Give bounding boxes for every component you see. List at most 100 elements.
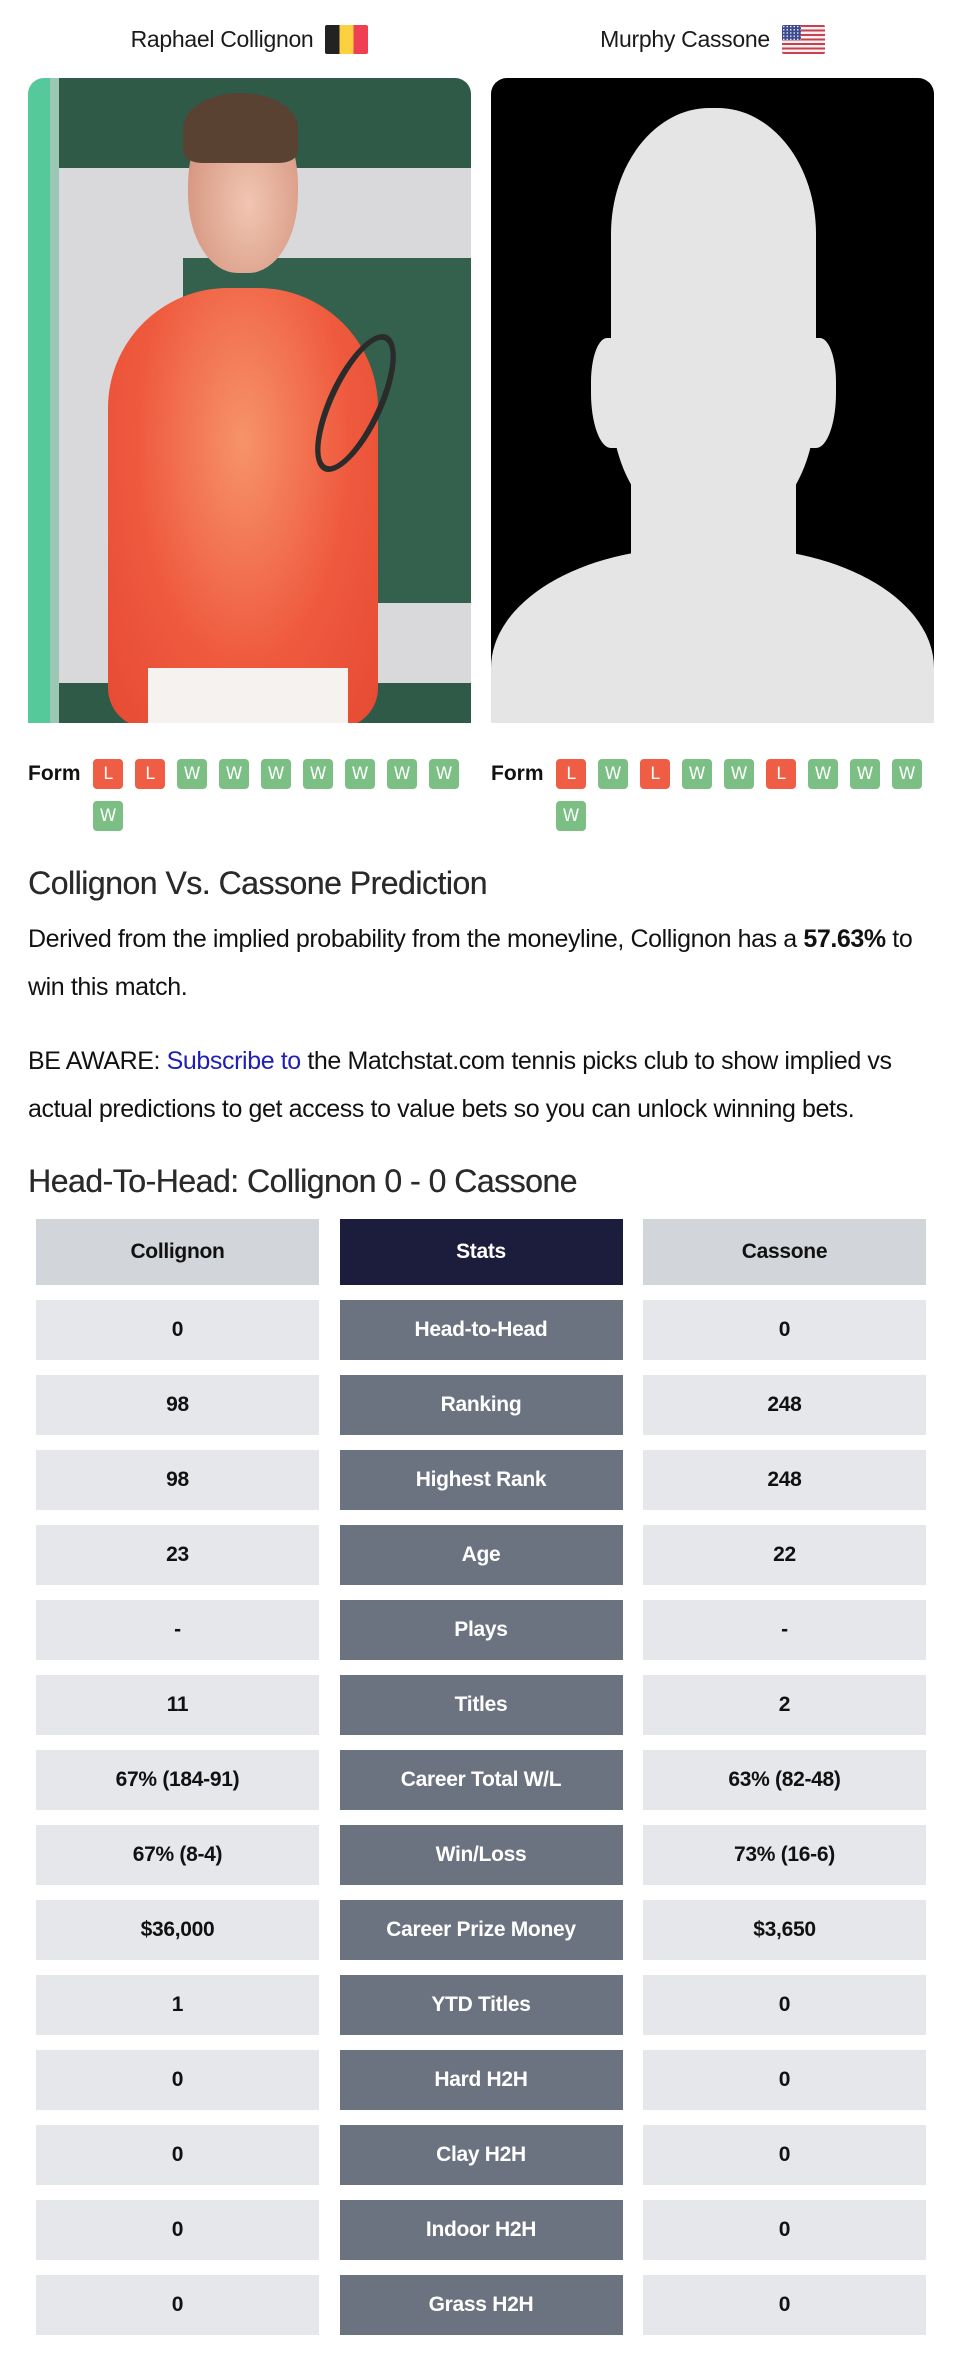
form-loss-badge: L [93,759,123,789]
player-photo-placeholder[interactable] [491,78,934,723]
right-player-value: 73% (16-6) [643,1825,926,1885]
stat-label: Plays [339,1600,623,1660]
stat-label: Grass H2H [339,2275,623,2335]
form-row: Form LWLWWLWWWW [491,759,934,831]
left-player-value: 0 [36,1300,319,1360]
player-name-row: Murphy Cassone [491,0,934,78]
right-player-value: 0 [643,1300,926,1360]
prediction-title: Collignon Vs. Cassone Prediction [28,865,487,901]
player-name[interactable]: Raphael Collignon [131,26,314,53]
left-player-value: 11 [36,1675,319,1735]
stat-label: Age [339,1525,623,1585]
table-row: 98 Highest Rank 248 [36,1450,926,1510]
form-win-badge: W [556,801,586,831]
table-row: 98 Ranking 248 [36,1375,926,1435]
stat-label: Indoor H2H [339,2200,623,2260]
left-player-value: 67% (184-91) [36,1750,319,1810]
main-content: Collignon Vs. Cassone Prediction Derived… [0,859,962,2335]
header-left-player: Collignon [36,1219,319,1285]
left-player-value: 0 [36,2125,319,2185]
table-row: 67% (8-4) Win/Loss 73% (16-6) [36,1825,926,1885]
table-row: 0 Head-to-Head 0 [36,1300,926,1360]
left-player-value: 1 [36,1975,319,2035]
right-player-value: 63% (82-48) [643,1750,926,1810]
stat-label: Head-to-Head [339,1300,623,1360]
right-player-value: 0 [643,1975,926,2035]
stat-label: YTD Titles [339,1975,623,2035]
win-probability: 57.63% [803,925,886,953]
table-row: 11 Titles 2 [36,1675,926,1735]
form-label: Form [491,762,544,785]
be-aware-notice: BE AWARE: Subscribe to the Matchstat.com… [28,1037,934,1133]
stat-label: Titles [339,1675,623,1735]
stat-label: Highest Rank [339,1450,623,1510]
form-loss-badge: L [766,759,796,789]
table-row: 1 YTD Titles 0 [36,1975,926,2035]
subscribe-link[interactable]: Subscribe to [167,1047,302,1075]
silhouette-head-icon [611,108,816,528]
player-name-row: Raphael Collignon [28,0,471,78]
form-badges: LWLWWLWWWW [556,759,934,831]
right-player-value: 248 [643,1375,926,1435]
right-player-value: 2 [643,1675,926,1735]
belgium-flag-icon [325,24,369,54]
form-win-badge: W [93,801,123,831]
form-win-badge: W [682,759,712,789]
form-loss-badge: L [135,759,165,789]
left-player-value: 98 [36,1450,319,1510]
form-loss-badge: L [556,759,586,789]
form-win-badge: W [892,759,922,789]
table-row: $36,000 Career Prize Money $3,650 [36,1900,926,1960]
player-photo[interactable] [28,78,471,723]
usa-flag-icon [781,24,825,54]
table-row: 0 Indoor H2H 0 [36,2200,926,2260]
right-player-value: 22 [643,1525,926,1585]
photo-shirt [108,288,378,723]
table-body: 0 Head-to-Head 0 98 Ranking 248 98 Highest Rank… [36,1300,926,2335]
left-player-value: 67% (8-4) [36,1825,319,1885]
right-player-value: 0 [643,2200,926,2260]
stat-label: Win/Loss [339,1825,623,1885]
prediction-text-before: Derived from the implied probability fro… [28,925,804,953]
form-row: Form LLWWWWWWWW [28,759,471,831]
form-win-badge: W [850,759,880,789]
left-player-value: 98 [36,1375,319,1435]
right-player-value: $3,650 [643,1900,926,1960]
left-player-value: $36,000 [36,1900,319,1960]
header-stats: Stats [339,1219,623,1285]
stat-label: Clay H2H [339,2125,623,2185]
be-aware-prefix: BE AWARE: [28,1047,167,1075]
right-player-value: 0 [643,2125,926,2185]
player-name[interactable]: Murphy Cassone [600,26,770,53]
photo-hair [183,93,298,163]
table-header-row: Collignon Stats Cassone [36,1219,926,1285]
table-row: 0 Hard H2H 0 [36,2050,926,2110]
stat-label: Career Total W/L [339,1750,623,1810]
right-player-value: - [643,1600,926,1660]
prediction-text: Derived from the implied probability fro… [28,915,934,1011]
form-win-badge: W [808,759,838,789]
right-player-value: 248 [643,1450,926,1510]
h2h-stats-table: Collignon Stats Cassone 0 Head-to-Head 0 98… [28,1219,934,2335]
form-win-badge: W [261,759,291,789]
stat-label: Ranking [339,1375,623,1435]
players-section: Raphael Collignon Form LLWWWWWWWW Murphy… [0,0,962,831]
h2h-title: Head-To-Head: Collignon 0 - 0 Cassone [28,1163,577,1199]
stat-label: Hard H2H [339,2050,623,2110]
player-card-right: Murphy Cassone Form LWLWWLWWWW [491,0,934,831]
table-row: - Plays - [36,1600,926,1660]
photo-shorts [148,668,348,723]
form-win-badge: W [177,759,207,789]
right-player-value: 0 [643,2050,926,2110]
left-player-value: - [36,1600,319,1660]
stat-label: Career Prize Money [339,1900,623,1960]
header-right-player: Cassone [643,1219,926,1285]
form-win-badge: W [219,759,249,789]
table-row: 67% (184-91) Career Total W/L 63% (82-48) [36,1750,926,1810]
player-card-left: Raphael Collignon Form LLWWWWWWWW [28,0,471,831]
left-player-value: 0 [36,2200,319,2260]
table-row: 0 Grass H2H 0 [36,2275,926,2335]
form-loss-badge: L [640,759,670,789]
left-player-value: 23 [36,1525,319,1585]
form-win-badge: W [345,759,375,789]
